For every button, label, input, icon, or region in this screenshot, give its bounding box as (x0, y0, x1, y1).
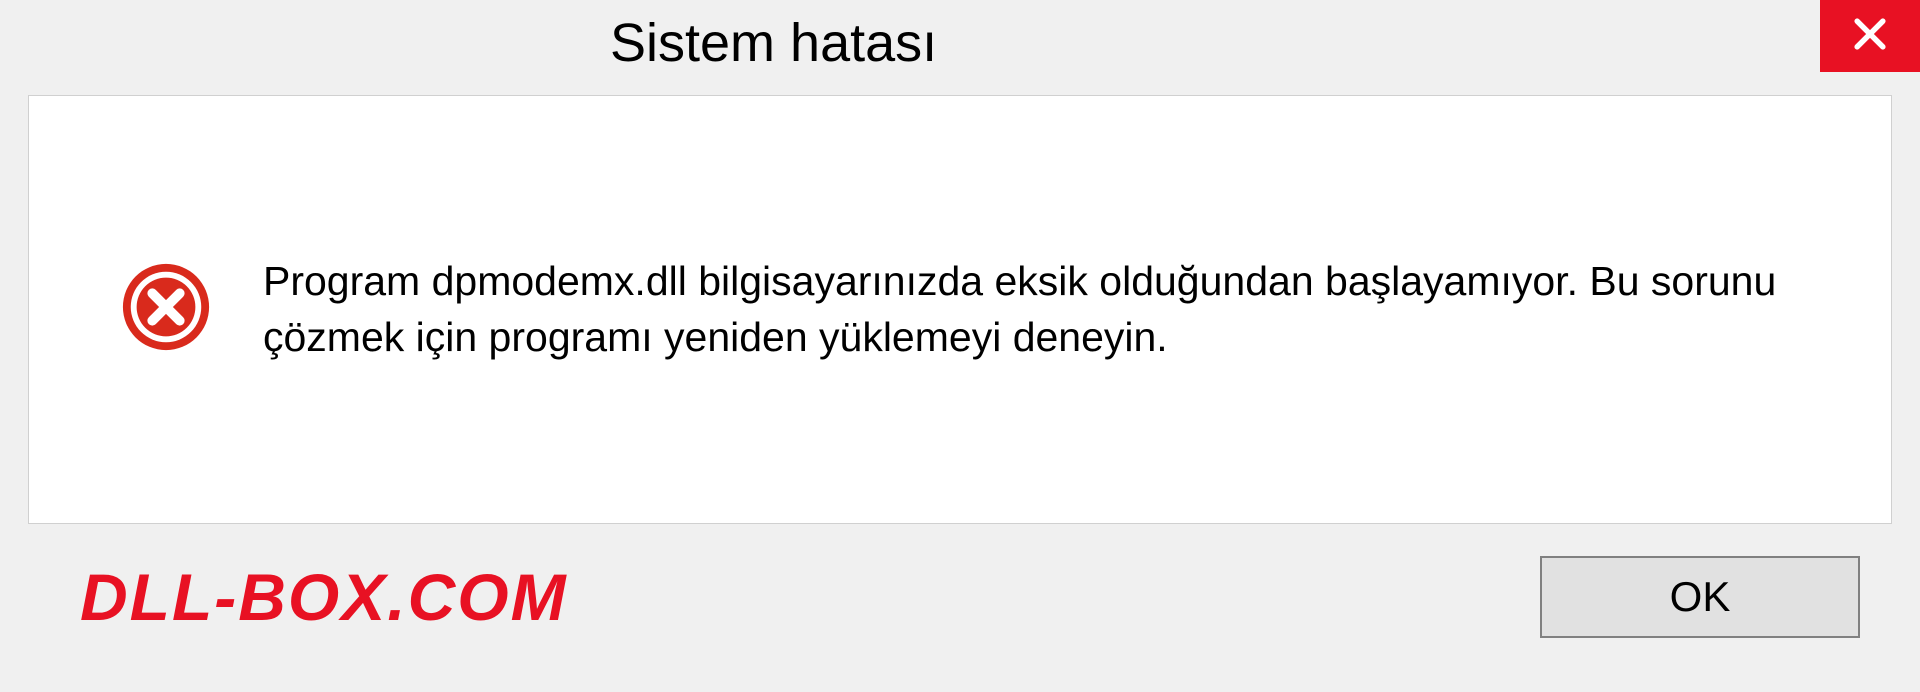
close-button[interactable] (1820, 0, 1920, 72)
watermark-text: DLL-BOX.COM (80, 559, 568, 635)
system-error-dialog: Sistem hatası Program dpmodemx.dll bilgi… (0, 0, 1920, 692)
content-panel: Program dpmodemx.dll bilgisayarınızda ek… (28, 95, 1892, 524)
dialog-title: Sistem hatası (610, 12, 937, 74)
dialog-footer: DLL-BOX.COM OK (0, 552, 1920, 692)
title-bar: Sistem hatası (0, 0, 1920, 95)
ok-button[interactable]: OK (1540, 556, 1860, 638)
error-icon (119, 260, 213, 359)
close-icon (1848, 12, 1892, 61)
error-message: Program dpmodemx.dll bilgisayarınızda ek… (263, 254, 1831, 365)
